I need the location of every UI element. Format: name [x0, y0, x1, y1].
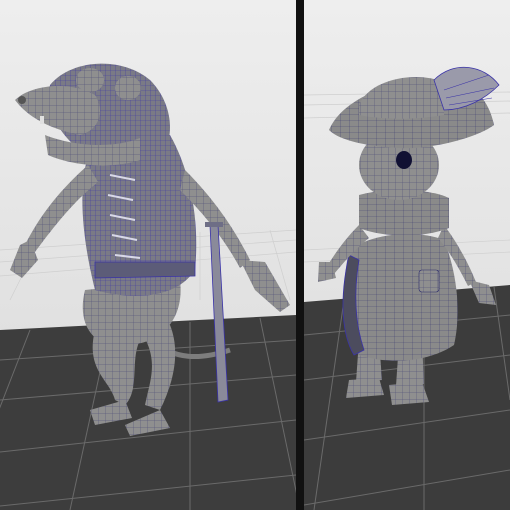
teeth: [40, 116, 44, 124]
belt: [94, 261, 196, 279]
left-viewport: [0, 0, 296, 510]
right-foot: [389, 382, 429, 405]
pouch: [418, 269, 440, 293]
rat-scene: [0, 0, 296, 510]
right-ear: [115, 76, 141, 100]
sword-guard: [205, 222, 223, 227]
left-ear: [76, 68, 104, 92]
nose: [18, 96, 26, 104]
mouse-scene: [304, 0, 510, 510]
right-viewport: [304, 0, 510, 510]
panel-divider: [296, 0, 304, 510]
viewport-composite: [0, 0, 510, 510]
eye: [396, 151, 412, 169]
